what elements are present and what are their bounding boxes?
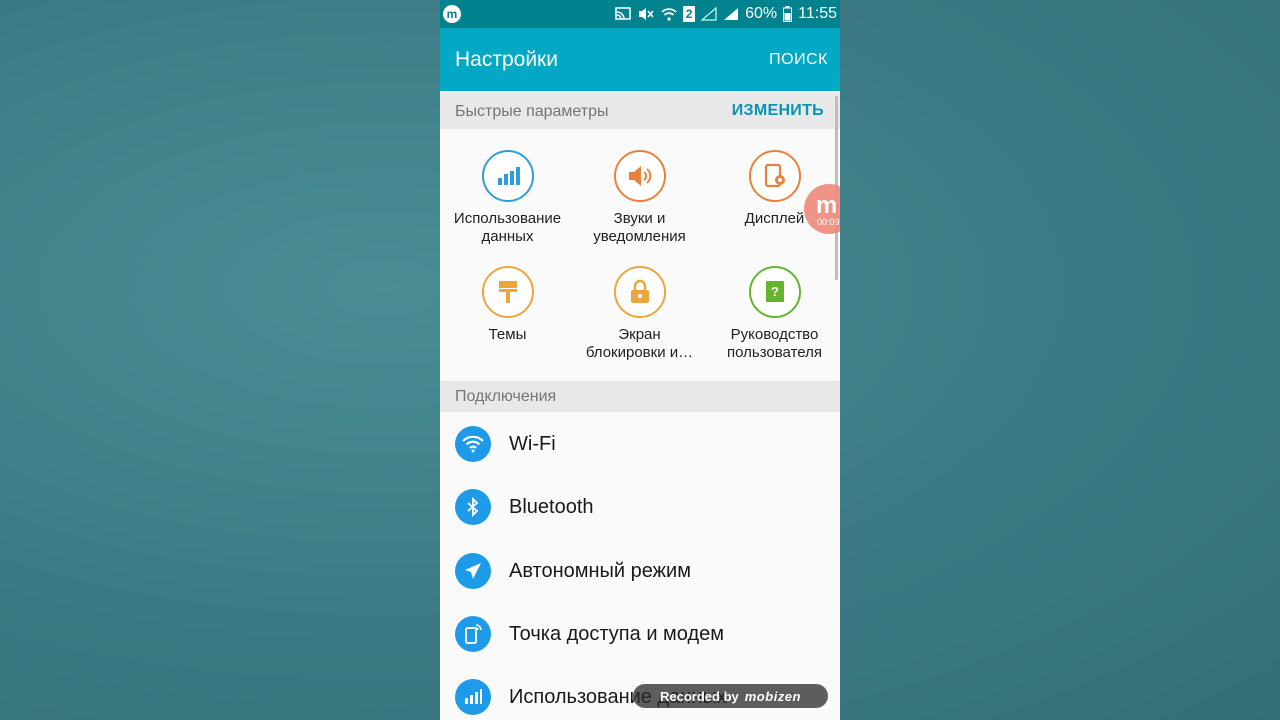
page-title: Настройки — [455, 48, 558, 71]
list-item-label: Bluetooth — [509, 496, 594, 518]
signal-empty-icon — [701, 7, 717, 21]
quick-item-label: Экран блокировки и… — [585, 326, 694, 361]
bar-chart-icon — [455, 679, 491, 715]
app-bar: Настройки ПОИСК — [440, 28, 840, 91]
cast-icon — [615, 7, 631, 21]
airplane-icon — [455, 553, 491, 589]
list-item-label: Точка доступа и модем — [509, 623, 725, 645]
wifi-icon — [455, 426, 491, 462]
quick-item-user-manual[interactable]: ? Руководство пользователя — [707, 266, 840, 362]
connections-header: Подключения — [440, 381, 840, 412]
sim-2-icon: 2 — [683, 6, 696, 22]
bar-chart-icon — [481, 150, 534, 202]
battery-icon — [783, 6, 793, 22]
battery-percent: 60% — [745, 5, 778, 22]
list-item-label: Wi-Fi — [509, 433, 556, 455]
status-bar: m 2 60% 11:55 — [440, 0, 840, 28]
watermark-brand: mobizen — [744, 688, 801, 704]
quick-settings-grid: Использование данных Звуки и уведомления Д… — [440, 129, 840, 381]
quick-item-themes[interactable]: Темы — [440, 266, 575, 344]
display-settings-icon — [748, 150, 801, 202]
list-item-airplane-mode[interactable]: Автономный режим — [440, 540, 840, 603]
list-item-wifi[interactable]: Wi-Fi — [440, 413, 840, 476]
quick-item-label: Темы — [488, 326, 527, 343]
connections-list: Wi-Fi Bluetooth Автономный режим Точка д… — [440, 412, 840, 720]
lock-icon — [613, 266, 666, 318]
quick-item-label: Использование данных — [453, 210, 562, 245]
quick-item-label: Руководство пользователя — [727, 326, 822, 361]
quick-settings-header: Быстрые параметры ИЗМЕНИТЬ — [440, 93, 840, 129]
edit-button[interactable]: ИЗМЕНИТЬ — [732, 102, 824, 120]
section-title: Быстрые параметры — [455, 103, 609, 120]
user-manual-icon: ? — [748, 266, 801, 318]
signal-icon — [723, 7, 739, 21]
recorder-logo: m — [816, 192, 838, 219]
quick-item-sounds[interactable]: Звуки и уведомления — [572, 150, 707, 246]
quick-item-lock-screen[interactable]: Экран блокировки и… — [572, 266, 707, 362]
quick-item-label: Звуки и уведомления — [593, 210, 686, 245]
paintbrush-icon — [481, 266, 534, 318]
clock: 11:55 — [798, 5, 837, 22]
mobizen-app-icon: m — [443, 5, 461, 23]
list-item-bluetooth[interactable]: Bluetooth — [440, 476, 840, 539]
bluetooth-icon — [455, 489, 491, 525]
list-item-hotspot[interactable]: Точка доступа и модем — [440, 603, 840, 666]
hotspot-icon — [455, 616, 491, 652]
speaker-icon — [613, 150, 666, 202]
recording-timer: 00:09 — [817, 217, 840, 227]
quick-item-data-usage[interactable]: Использование данных — [440, 150, 575, 246]
phone-screen: m 2 60% 11:55 Настройки ПОИСК Быстрые па… — [440, 0, 840, 720]
search-button[interactable]: ПОИСК — [769, 51, 828, 69]
watermark-prefix: Recorded by — [660, 688, 739, 704]
svg-text:?: ? — [771, 284, 779, 299]
wifi-status-icon — [661, 7, 677, 21]
section-title: Подключения — [455, 388, 557, 405]
mute-icon — [637, 6, 655, 22]
recorder-watermark: Recorded by mobizen — [633, 684, 828, 708]
list-item-label: Автономный режим — [509, 560, 691, 582]
